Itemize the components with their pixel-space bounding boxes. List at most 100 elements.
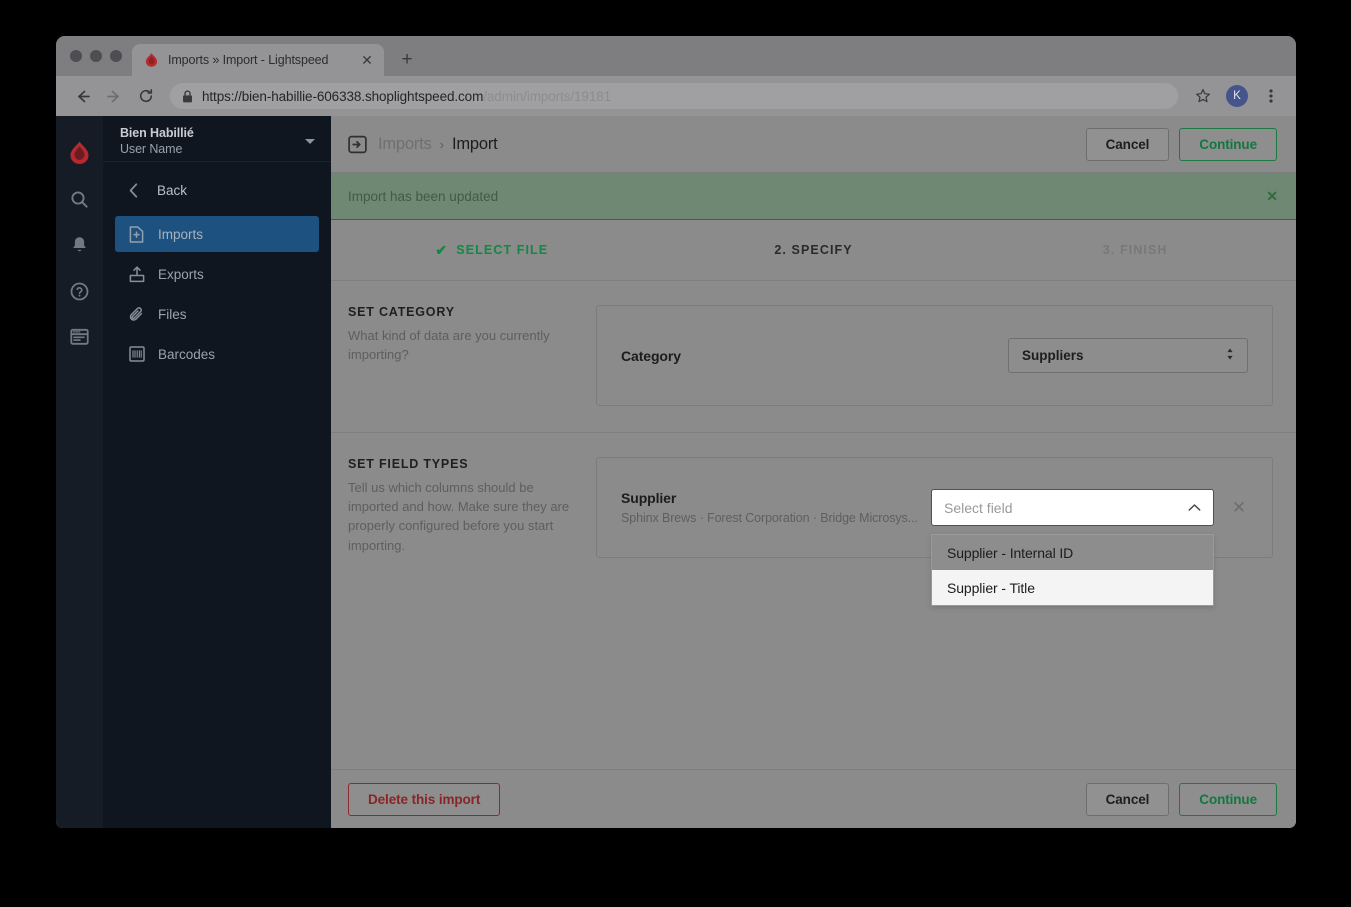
sidebar-item-label: Barcodes xyxy=(158,346,216,362)
header-continue-button[interactable]: Continue xyxy=(1179,127,1277,161)
lightspeed-flame-icon xyxy=(144,53,159,68)
category-select[interactable]: Suppliers xyxy=(1008,338,1248,373)
footer-cancel-button[interactable]: Cancel xyxy=(1085,782,1170,816)
section-description: What kind of data are you currently impo… xyxy=(348,328,550,363)
url-path: /admin/imports/19181 xyxy=(483,88,612,104)
wizard-steps: ✔ SELECT FILE 2. SPECIFY 3. FINISH xyxy=(331,220,1296,281)
help-icon[interactable] xyxy=(56,268,103,314)
header-cancel-button[interactable]: Cancel xyxy=(1085,127,1170,161)
page-footer: Delete this import Cancel Continue xyxy=(331,769,1296,828)
set-field-types-section: SET FIELD TYPES Tell us which columns sh… xyxy=(331,433,1296,606)
set-field-types-card: Supplier Sphinx Brews · Forest Corporati… xyxy=(596,457,1273,606)
sidebar-back-button[interactable]: Back xyxy=(115,172,319,208)
lock-icon xyxy=(182,89,193,103)
page-header: Imports › Import Cancel Continue xyxy=(331,116,1296,173)
check-icon: ✔ xyxy=(435,241,449,258)
close-icon[interactable]: ✕ xyxy=(1266,188,1278,205)
set-category-label: SET CATEGORY What kind of data are you c… xyxy=(348,305,596,406)
wizard-step-specify[interactable]: 2. SPECIFY xyxy=(653,243,975,257)
wizard-step-label: 3. FINISH xyxy=(1102,243,1168,257)
maximize-window-button[interactable] xyxy=(110,50,122,62)
sidebar: Bien Habillié User Name Back Imports Exp… xyxy=(103,116,331,828)
breadcrumb-separator: › xyxy=(439,136,444,152)
sidebar-item-imports[interactable]: Imports xyxy=(115,216,319,252)
wizard-step-finish: 3. FINISH xyxy=(974,243,1296,257)
icon-rail xyxy=(56,116,103,828)
set-field-types-label: SET FIELD TYPES Tell us which columns sh… xyxy=(348,457,596,558)
set-category-section: SET CATEGORY What kind of data are you c… xyxy=(331,281,1296,433)
lightspeed-flame-logo[interactable] xyxy=(56,130,103,176)
sidebar-item-exports[interactable]: Exports xyxy=(115,256,319,292)
field-card-right: Select field Supplier - Internal ID Supp… xyxy=(931,489,1248,606)
set-category-card: Category Suppliers xyxy=(596,305,1273,406)
sidebar-item-label: Exports xyxy=(158,266,204,282)
dropdown-option-supplier-title[interactable]: Supplier - Title xyxy=(932,570,1213,605)
section-title: SET FIELD TYPES xyxy=(348,457,469,471)
reload-button[interactable] xyxy=(132,82,160,110)
header-actions: Cancel Continue xyxy=(1085,127,1277,161)
sidebar-item-label: Files xyxy=(158,306,187,322)
profile-avatar[interactable]: K xyxy=(1226,85,1248,107)
forward-button[interactable] xyxy=(100,82,128,110)
star-icon[interactable] xyxy=(1190,83,1216,109)
account-text: Bien Habillié User Name xyxy=(120,125,305,157)
page-body: SET CATEGORY What kind of data are you c… xyxy=(331,281,1296,828)
desktop-background: Imports » Import - Lightspeed ✕ + https:… xyxy=(0,0,1351,907)
category-row-label: Category xyxy=(621,347,681,364)
browser-icon[interactable] xyxy=(56,314,103,360)
wizard-step-label: SELECT FILE xyxy=(456,243,549,257)
breadcrumb-parent[interactable]: Imports xyxy=(378,135,432,154)
chevron-down-icon xyxy=(305,138,315,144)
field-select-input[interactable]: Select field xyxy=(931,489,1214,526)
user-name: User Name xyxy=(120,142,183,156)
sidebar-item-label: Imports xyxy=(158,226,204,242)
category-select-value: Suppliers xyxy=(1022,348,1084,363)
category-card-right: Suppliers xyxy=(1008,338,1248,373)
field-sample-values: Sphinx Brews · Forest Corporation · Brid… xyxy=(621,511,918,525)
field-select-wrapper: Select field Supplier - Internal ID Supp… xyxy=(931,489,1214,606)
chevron-left-icon xyxy=(125,182,142,199)
field-select-dropdown: Supplier - Internal ID Supplier - Title xyxy=(931,534,1214,606)
sidebar-nav: Back Imports Exports Files Barcodes xyxy=(103,162,331,376)
dropdown-option-supplier-internal-id[interactable]: Supplier - Internal ID xyxy=(932,535,1213,570)
new-tab-button[interactable]: + xyxy=(392,44,422,74)
status-banner: Import has been updated ✕ xyxy=(331,173,1296,220)
browser-tab[interactable]: Imports » Import - Lightspeed ✕ xyxy=(132,44,384,76)
import-file-icon xyxy=(128,225,145,243)
address-bar-url: https://bien-habillie-606338.shoplightsp… xyxy=(202,89,611,104)
window-traffic-lights xyxy=(56,36,132,76)
close-window-button[interactable] xyxy=(70,50,82,62)
bell-icon[interactable] xyxy=(56,222,103,268)
chevron-up-icon[interactable] xyxy=(1188,503,1201,512)
search-icon[interactable] xyxy=(56,176,103,222)
browser-tab-strip: Imports » Import - Lightspeed ✕ + xyxy=(56,36,1296,76)
export-upload-icon xyxy=(128,265,145,283)
import-icon xyxy=(348,135,367,154)
browser-tab-title: Imports » Import - Lightspeed xyxy=(168,53,329,67)
field-name: Supplier xyxy=(621,490,677,506)
sidebar-back-label: Back xyxy=(157,182,188,198)
footer-continue-button[interactable]: Continue xyxy=(1179,782,1277,816)
browser-toolbar: https://bien-habillie-606338.shoplightsp… xyxy=(56,76,1296,116)
kebab-menu-icon[interactable] xyxy=(1258,83,1284,109)
barcode-icon xyxy=(128,346,145,363)
account-switcher[interactable]: Bien Habillié User Name xyxy=(103,116,331,162)
sidebar-item-files[interactable]: Files xyxy=(115,296,319,332)
address-bar[interactable]: https://bien-habillie-606338.shoplightsp… xyxy=(170,83,1178,109)
main-content: Imports › Import Cancel Continue Import … xyxy=(331,116,1296,828)
wizard-step-select-file[interactable]: ✔ SELECT FILE xyxy=(331,242,653,259)
minimize-window-button[interactable] xyxy=(90,50,102,62)
browser-window: Imports » Import - Lightspeed ✕ + https:… xyxy=(56,36,1296,828)
status-banner-message: Import has been updated xyxy=(348,188,499,204)
delete-import-button[interactable]: Delete this import xyxy=(348,782,501,816)
sidebar-item-barcodes[interactable]: Barcodes xyxy=(115,336,319,372)
field-select-placeholder: Select field xyxy=(944,499,1013,516)
section-description: Tell us which columns should be imported… xyxy=(348,480,570,553)
paperclip-icon xyxy=(128,306,145,323)
url-domain: https://bien-habillie-606338.shoplightsp… xyxy=(202,88,484,104)
close-tab-button[interactable]: ✕ xyxy=(358,51,376,69)
page-viewport: Bien Habillié User Name Back Imports Exp… xyxy=(56,116,1296,828)
back-button[interactable] xyxy=(68,82,96,110)
remove-field-button[interactable]: ✕ xyxy=(1230,498,1248,518)
select-arrows-icon xyxy=(1226,347,1234,363)
